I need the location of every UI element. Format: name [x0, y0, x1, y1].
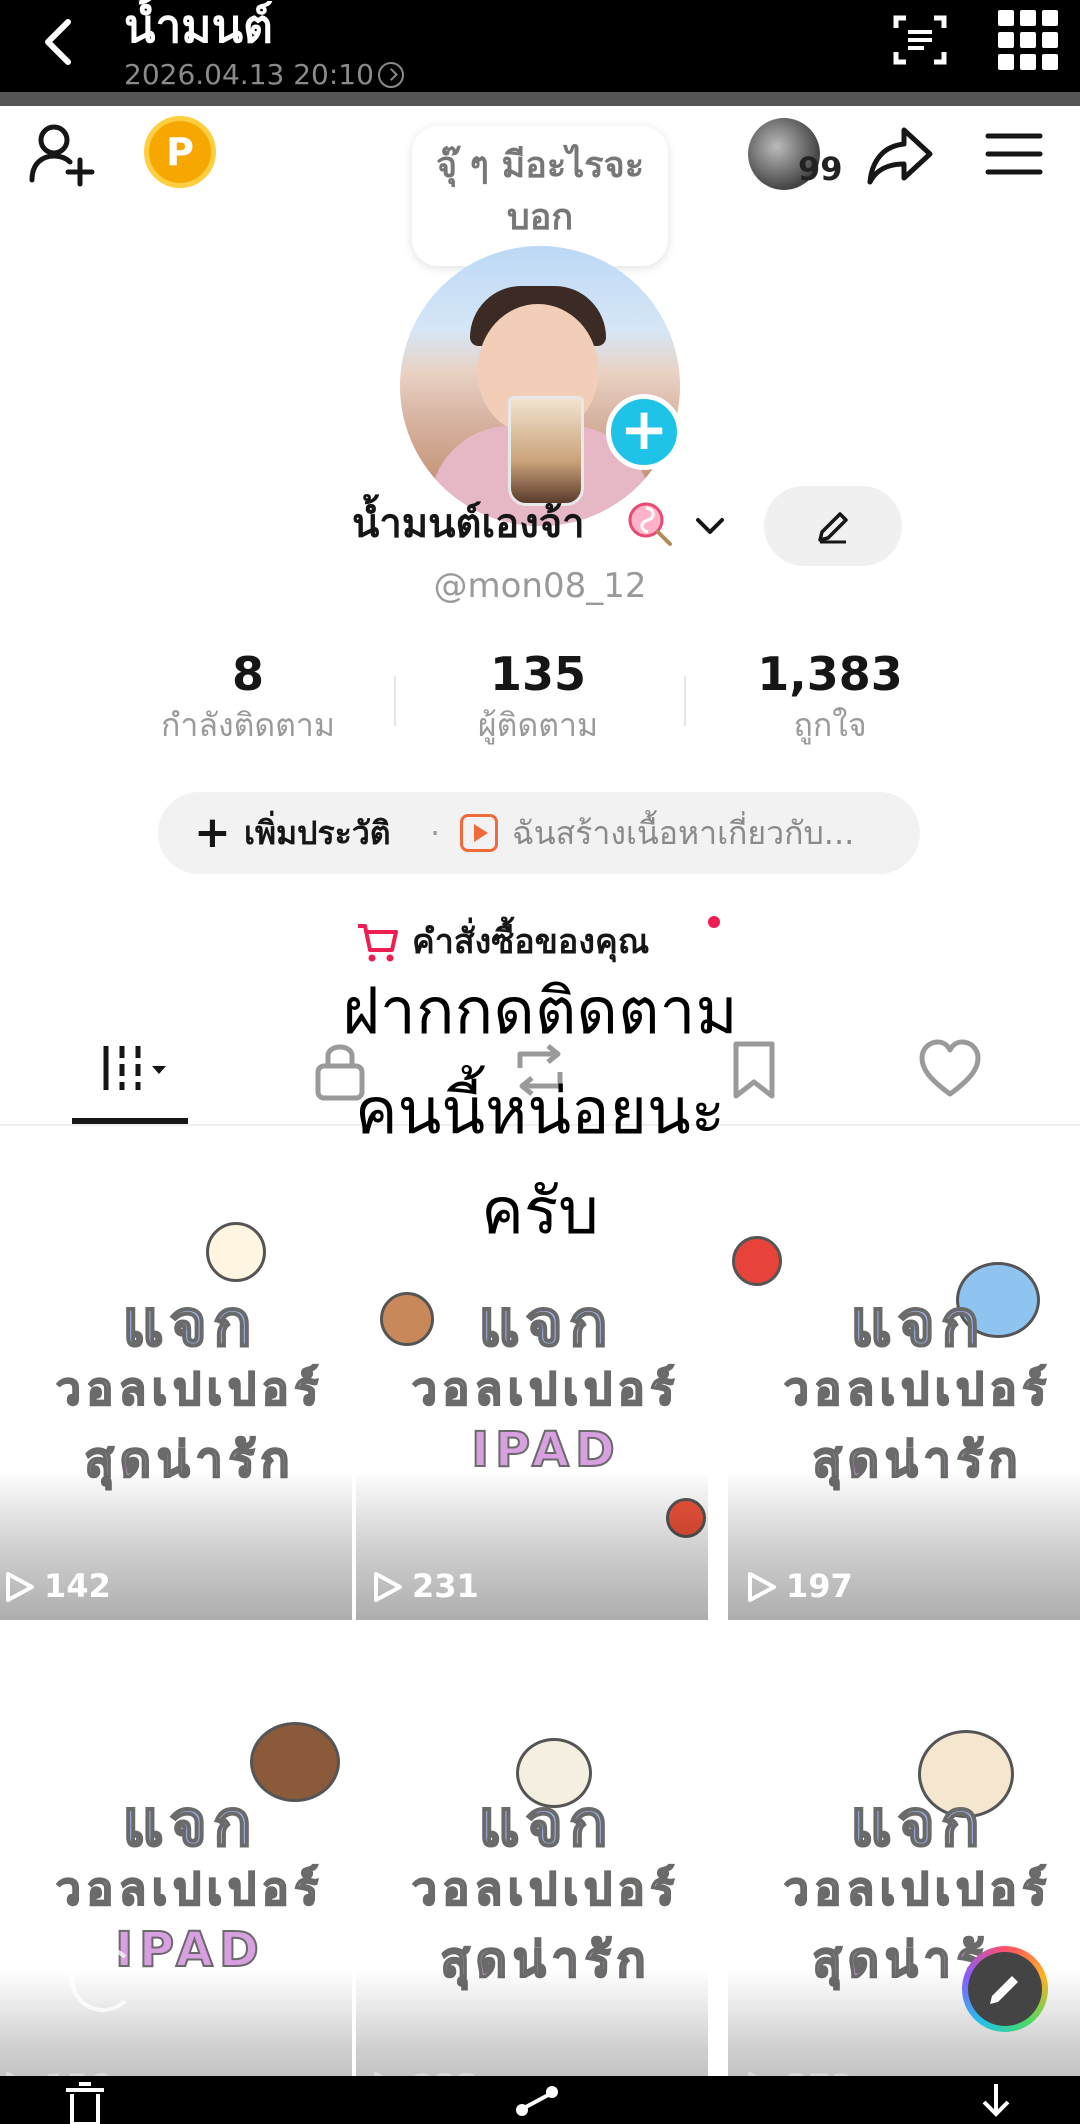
video-play-icon: [460, 814, 498, 852]
play-icon: [748, 1572, 776, 1602]
display-name: น้ำมนต์เองจ้า: [352, 501, 585, 547]
play-icon: [374, 1572, 402, 1602]
video-tile[interactable]: แจก วอลเปเปอร์ สุดน่ารัก 273: [728, 1626, 1080, 2120]
username: @mon08_12: [433, 566, 647, 606]
video-tile[interactable]: แจก วอลเปเปอร์ สุดน่ารัก 322: [356, 1626, 708, 2120]
chevron-down-icon[interactable]: [690, 506, 730, 546]
scan-text-icon[interactable]: [892, 12, 948, 68]
coin-icon[interactable]: P: [144, 116, 216, 188]
pencil-icon: [818, 512, 848, 544]
menu-icon[interactable]: [984, 126, 1044, 182]
add-avatar-plus-icon[interactable]: +: [606, 394, 682, 470]
add-user-icon[interactable]: [28, 120, 100, 192]
profile-screen: P จุ๊ ๆ มีอะไรจะ บอก 99 + น้ำมนต์เองจ้า: [0, 106, 1080, 2124]
trash-icon[interactable]: [60, 2082, 110, 2124]
edit-profile-button[interactable]: [764, 486, 902, 566]
stat-followers[interactable]: 135 ผู้ติดตาม: [388, 646, 688, 748]
grid-apps-icon[interactable]: [998, 10, 1058, 70]
notification-dot: [708, 916, 720, 928]
viewer-top-bar: น้ำมนต์ 2026.04.13 20:10: [0, 0, 1080, 92]
name-row: น้ำมนต์เองจ้า: [0, 486, 1080, 566]
download-icon[interactable]: [976, 2082, 1016, 2124]
back-icon[interactable]: [38, 14, 78, 70]
viewer-title: น้ำมนต์: [124, 0, 273, 53]
share-icon[interactable]: [864, 120, 936, 192]
share-nodes-icon[interactable]: [512, 2084, 562, 2124]
bottom-action-bar: [0, 2076, 1080, 2124]
stats-row: 8 กำลังติดตาม 135 ผู้ติดตาม 1,383 ถูกใจ: [0, 646, 1080, 756]
lollipop-icon: [628, 502, 672, 546]
pencil-icon: [990, 1976, 1018, 2004]
profile-avatar[interactable]: [400, 246, 680, 526]
note-bubble[interactable]: จุ๊ ๆ มีอะไรจะ บอก: [412, 126, 668, 266]
stat-likes[interactable]: 1,383 ถูกใจ: [680, 646, 980, 748]
plus-icon: +: [194, 807, 231, 858]
story-count-badge: 99: [798, 150, 843, 188]
overlay-caption: ฝากกดติดตาม คนนี้หน่อยนะ ครับ: [342, 975, 738, 1249]
loading-spinner-icon: [70, 1946, 136, 2012]
viewer-timestamp[interactable]: 2026.04.13 20:10: [124, 60, 404, 90]
video-tile[interactable]: แจก วอลเปเปอร์ IPAD 156: [0, 1626, 352, 2120]
edit-fab-button[interactable]: [962, 1946, 1048, 2032]
stat-following[interactable]: 8 กำลังติดตาม: [98, 646, 398, 748]
add-bio-button[interactable]: + เพิ่มประวัติ · ฉันสร้างเนื้อหาเกี่ยวกั…: [158, 792, 920, 874]
play-icon: [6, 1572, 34, 1602]
cart-icon: [358, 924, 398, 962]
chevron-right-circle-icon[interactable]: [377, 62, 404, 88]
divider: [0, 92, 1080, 106]
